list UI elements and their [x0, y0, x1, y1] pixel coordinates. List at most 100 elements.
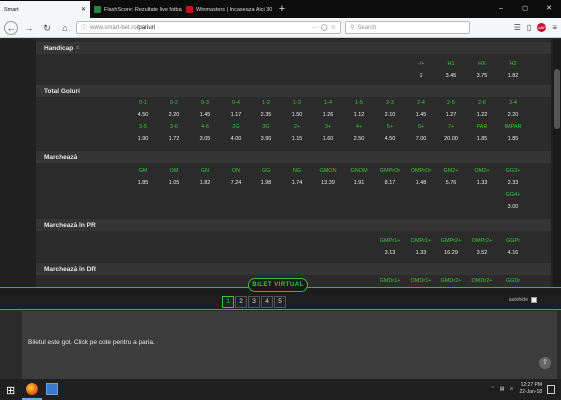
odds-value[interactable]: 2.20 [498, 109, 528, 121]
market-section-header[interactable]: Total Goluri [36, 85, 551, 97]
odds-value[interactable]: 1.15 [282, 133, 312, 145]
odds-value[interactable]: 8.17 [375, 177, 405, 189]
minimize-button[interactable]: – [489, 0, 513, 17]
bilet-page-5[interactable]: 5 [274, 296, 286, 308]
odds-value[interactable]: 3.75 [467, 70, 497, 82]
odds-value[interactable]: 4.00 [221, 133, 251, 145]
autohide-toggle[interactable]: autohide [509, 297, 537, 303]
bilet-page-4[interactable]: 4 [261, 296, 273, 308]
odds-value[interactable]: 4.50 [375, 133, 405, 145]
odds-value[interactable]: 3.45 [436, 70, 466, 82]
home-button[interactable]: ⌂ [58, 21, 72, 35]
odds-value[interactable]: 1.85 [128, 177, 158, 189]
odds-value[interactable]: 4.50 [128, 109, 158, 121]
odds-value[interactable]: 3.52 [467, 247, 497, 259]
bilet-page-3[interactable]: 3 [248, 296, 260, 308]
odds-value[interactable]: 16.29 [436, 247, 466, 259]
library-icon[interactable]: ☰ [514, 23, 521, 32]
odds-label: OMPr1+ [410, 238, 432, 244]
odds-value[interactable]: 1.26 [313, 109, 343, 121]
odds-value[interactable]: 2.35 [251, 109, 281, 121]
odds-label: 7+ [447, 124, 455, 130]
odds-value[interactable]: 4.16 [498, 247, 528, 259]
browser-tab[interactable]: Smart ✕ [0, 1, 90, 18]
odds-value[interactable]: 1.98 [251, 177, 281, 189]
odds-value[interactable]: 1.27 [436, 109, 466, 121]
market-section-title: Handicap [44, 44, 74, 52]
url-bar[interactable]: ⓘ www.smart-bet.ro/pariuri ··· ◯ ☆ [76, 21, 341, 34]
odds-value[interactable]: 2.33 [498, 177, 528, 189]
odds-value[interactable]: 1.72 [159, 133, 189, 145]
volume-icon[interactable]: ♬ [509, 386, 514, 392]
odds-value[interactable]: 1.05 [159, 177, 189, 189]
adblock-icon[interactable]: ABP [537, 23, 547, 32]
odds-value[interactable]: 3.90 [251, 133, 281, 145]
odds-value[interactable]: 3.00 [498, 201, 528, 213]
network-icon[interactable]: ▤ [500, 386, 505, 392]
odds-value[interactable]: 20.00 [436, 133, 466, 145]
info-icon[interactable]: ⓘ [81, 23, 87, 32]
odds-value[interactable]: 1.45 [406, 109, 436, 121]
odds-value[interactable]: 2.50 [344, 133, 374, 145]
tab-close-icon[interactable]: ✕ [81, 6, 86, 13]
odds-value[interactable]: 1.85 [467, 133, 497, 145]
odds-value[interactable]: 1.82 [498, 70, 528, 82]
odds-value[interactable]: 1.50 [282, 109, 312, 121]
odds-value[interactable]: 1.82 [190, 177, 220, 189]
bilet-page-2[interactable]: 2 [235, 296, 247, 308]
menu-icon[interactable]: ≡ [552, 23, 557, 32]
odds-value[interactable]: 2.20 [159, 109, 189, 121]
search-input[interactable]: ⚲ Search [345, 21, 470, 34]
odds-value[interactable]: 1.22 [467, 109, 497, 121]
forward-button[interactable]: → [22, 21, 36, 35]
firefox-icon[interactable] [26, 383, 38, 395]
bilet-virtual-button[interactable]: BILET VIRTUAL [248, 278, 308, 292]
odds-value[interactable]: 7.24 [221, 177, 251, 189]
odds-value[interactable]: 1 [406, 70, 436, 82]
odds-value[interactable]: 1.74 [282, 177, 312, 189]
odds-label: ON [231, 168, 241, 174]
close-window-button[interactable]: ✕ [537, 0, 561, 17]
browser-tab[interactable]: Winmasters | Incaseaza Aici 30✕ [182, 1, 274, 18]
market-section-header[interactable]: Marchează [36, 151, 551, 163]
odds-value[interactable]: 5.76 [436, 177, 466, 189]
autohide-checkbox[interactable] [531, 297, 537, 303]
scrollbar-thumb[interactable] [554, 69, 560, 129]
maximize-button[interactable]: ◻ [513, 0, 537, 17]
odds-value[interactable]: 1.85 [498, 133, 528, 145]
odds-value[interactable]: 13.39 [313, 177, 343, 189]
tray-arrow-icon[interactable]: ⌃ [491, 386, 495, 392]
market-section-header[interactable]: Marchează în PR [36, 219, 551, 231]
sidebar-icon[interactable]: ▯ [527, 23, 531, 32]
page-actions-button[interactable]: ··· [312, 25, 318, 31]
odds-value[interactable]: 1.33 [467, 177, 497, 189]
odds-value[interactable]: 1.91 [344, 177, 374, 189]
windows-start-icon[interactable]: ⊞ [6, 384, 15, 397]
bilet-page-1[interactable]: 1 [222, 296, 234, 308]
back-button[interactable]: ← [4, 20, 18, 35]
page-scrollbar[interactable] [553, 39, 561, 291]
market-section-header[interactable]: Marchează în DR [36, 263, 551, 275]
odds-value[interactable]: 1.45 [190, 109, 220, 121]
new-tab-button[interactable]: + [274, 1, 290, 18]
pocket-icon[interactable]: ◯ [321, 24, 328, 31]
odds-label: 2-3 [386, 100, 394, 106]
odds-value[interactable]: 1.48 [406, 177, 436, 189]
odds-value[interactable]: 3.13 [375, 247, 405, 259]
odds-value[interactable]: 1.12 [344, 109, 374, 121]
odds-value[interactable]: 1.17 [221, 109, 251, 121]
odds-value[interactable]: 1.90 [128, 133, 158, 145]
odds-value[interactable]: 1.33 [406, 247, 436, 259]
notifications-icon[interactable] [547, 384, 555, 394]
odds-value[interactable]: 2.10 [375, 109, 405, 121]
bookmark-star-icon[interactable]: ☆ [331, 24, 336, 31]
odds-value[interactable]: 1.60 [313, 133, 343, 145]
reload-button[interactable]: ↻ [40, 21, 54, 35]
clock[interactable]: 12:27 PM 22-Jan-18 [519, 382, 542, 396]
odds-value[interactable]: 3.05 [190, 133, 220, 145]
browser-tab[interactable]: FlashScore: Rezultate live fotbal✕ [90, 1, 182, 18]
scroll-top-button[interactable]: ⇧ [539, 357, 551, 369]
market-section-header[interactable]: Handicap ± [36, 42, 551, 54]
file-explorer-icon[interactable] [46, 383, 58, 395]
odds-value[interactable]: 7.00 [406, 133, 436, 145]
